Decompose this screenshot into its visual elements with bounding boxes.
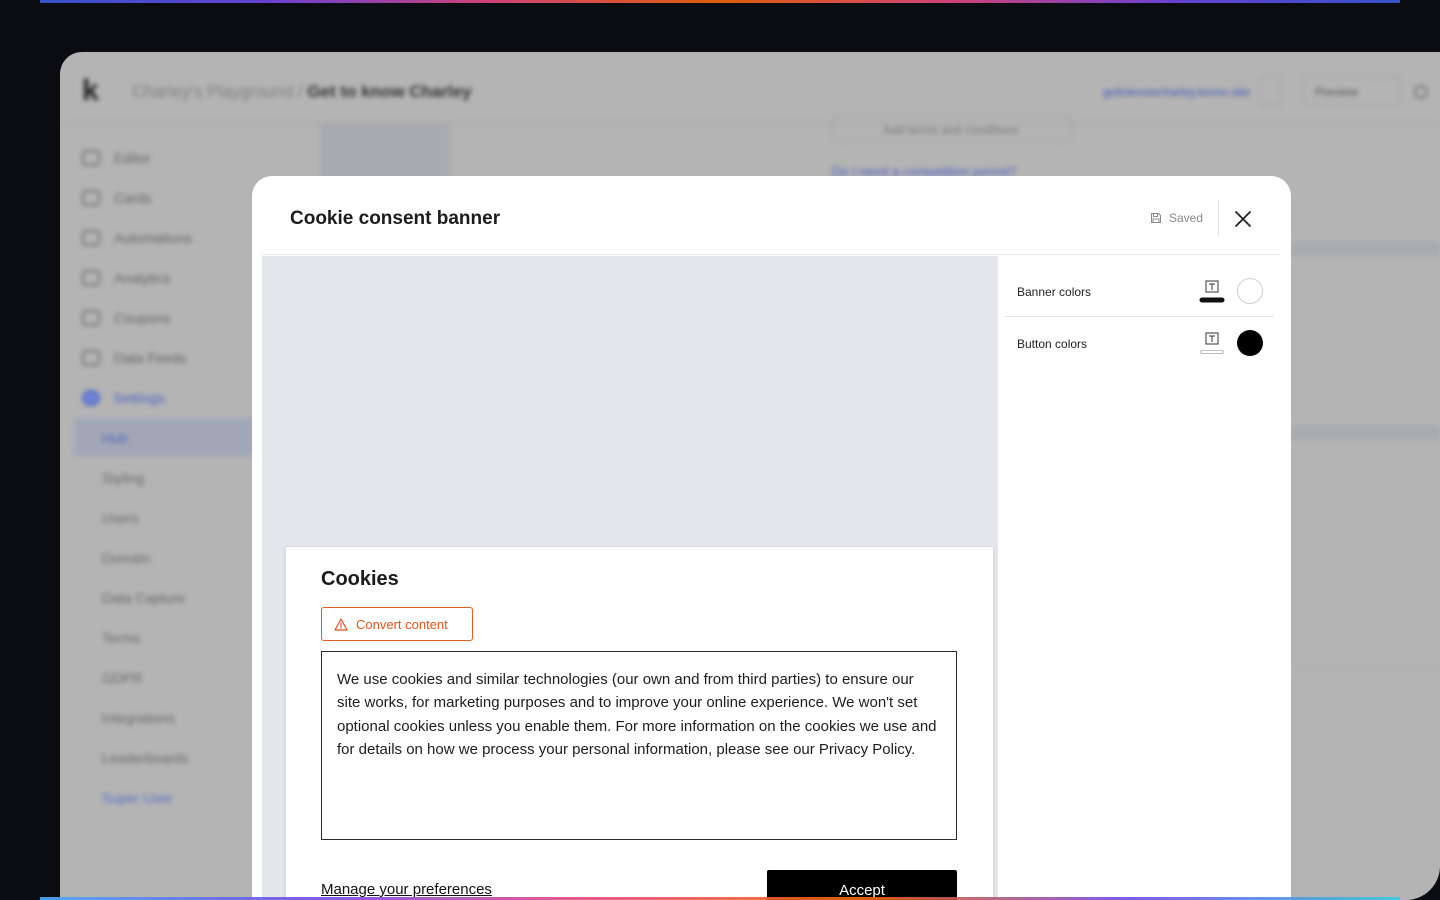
banner-title[interactable]: Cookies bbox=[321, 568, 399, 591]
manage-preferences-link[interactable]: Manage your preferences bbox=[321, 881, 492, 898]
sidebar-item-label: Settings bbox=[114, 390, 165, 406]
sidebar-item-label: Data Feeds bbox=[114, 350, 187, 366]
sidebar-item-automations[interactable]: Automations bbox=[82, 230, 192, 246]
header-divider bbox=[1218, 200, 1219, 236]
data-feed-icon bbox=[82, 350, 100, 366]
modal-title: Cookie consent banner bbox=[290, 208, 501, 229]
breadcrumb: Charley's Playground / Get to know Charl… bbox=[132, 82, 472, 102]
frame-glow-top bbox=[40, 0, 1400, 3]
app-logo-icon: k bbox=[82, 74, 99, 107]
banner-body-text[interactable]: We use cookies and similar technologies … bbox=[321, 651, 957, 840]
automation-icon bbox=[82, 230, 100, 246]
background-row bbox=[1290, 426, 1440, 440]
cookie-banner-preview: Cookies Convert content We use cookies a… bbox=[285, 546, 994, 900]
pencil-icon bbox=[82, 150, 100, 166]
sidebar-item-data-feeds[interactable]: Data Feeds bbox=[82, 350, 186, 366]
device-frame: k Charley's Playground / Get to know Cha… bbox=[0, 0, 1440, 900]
breadcrumb-separator: / bbox=[297, 82, 303, 101]
convert-content-label: Convert content bbox=[356, 616, 448, 632]
cookie-consent-modal: Cookie consent banner Saved Cookies Conv… bbox=[252, 176, 1291, 900]
sidebar-subitem-terms[interactable]: Terms bbox=[102, 630, 140, 646]
sidebar-subitem-gdpr[interactable]: GDPR bbox=[102, 670, 142, 686]
sidebar-item-cards[interactable]: Cards bbox=[82, 190, 151, 206]
save-icon bbox=[1151, 213, 1161, 223]
sidebar-subitem-users[interactable]: Users bbox=[102, 510, 139, 526]
button-text-color-picker[interactable] bbox=[1199, 330, 1225, 356]
gear-icon[interactable] bbox=[1414, 85, 1428, 99]
sidebar-item-coupons[interactable]: Coupons bbox=[82, 310, 170, 326]
sidebar-item-label: Analytics bbox=[114, 270, 171, 286]
text-color-icon bbox=[1200, 332, 1224, 354]
saved-label: Saved bbox=[1169, 211, 1204, 225]
button-colors-label: Button colors bbox=[1017, 337, 1088, 351]
sidebar-subitem-integrations[interactable]: Integrations bbox=[102, 710, 175, 726]
sidebar-subitem-leaderboards[interactable]: Leaderboards bbox=[102, 750, 188, 766]
text-color-icon bbox=[1199, 280, 1225, 303]
sidebar-item-settings[interactable]: Settings bbox=[82, 390, 165, 406]
banner-settings-panel: Banner colors Button colors bbox=[998, 256, 1281, 900]
settings-icon bbox=[82, 390, 100, 406]
banner-preview-area: Cookies Convert content We use cookies a… bbox=[262, 256, 998, 900]
close-icon bbox=[1235, 211, 1251, 227]
sidebar-item-label: Editor bbox=[114, 150, 151, 166]
cards-icon bbox=[82, 190, 100, 206]
button-background-color-swatch[interactable] bbox=[1237, 330, 1263, 356]
app-topbar: k Charley's Playground / Get to know Cha… bbox=[60, 52, 1440, 124]
sidebar-subitem-data-capture[interactable]: Data Capture bbox=[102, 590, 185, 606]
more-options-button[interactable] bbox=[1260, 76, 1282, 106]
banner-colors-row: Banner colors bbox=[1005, 256, 1274, 308]
site-url-link[interactable]: gettoknowcharley.komo.site bbox=[1103, 85, 1250, 99]
add-terms-button[interactable]: Add terms and conditions bbox=[832, 116, 1072, 142]
preview-button[interactable]: Preview bbox=[1302, 76, 1400, 106]
warning-icon bbox=[334, 617, 348, 631]
banner-background-color-swatch[interactable] bbox=[1237, 278, 1263, 304]
background-panel bbox=[320, 124, 450, 184]
sidebar-item-label: Cards bbox=[114, 190, 152, 206]
sidebar-subitem-styling[interactable]: Styling bbox=[102, 470, 144, 486]
breadcrumb-parent[interactable]: Charley's Playground bbox=[132, 82, 293, 101]
sidebar-item-label: Automations bbox=[114, 230, 192, 246]
coupon-icon bbox=[82, 310, 100, 326]
sidebar-subitem-super-user[interactable]: Super User bbox=[102, 790, 173, 806]
analytics-icon bbox=[82, 270, 100, 286]
sidebar-item-analytics[interactable]: Analytics bbox=[82, 270, 170, 286]
saved-status: Saved bbox=[1150, 211, 1203, 225]
background-divider bbox=[1290, 670, 1440, 671]
accept-button[interactable]: Accept bbox=[767, 870, 957, 900]
sidebar-item-label: Coupons bbox=[114, 310, 171, 326]
header-rule bbox=[262, 254, 1281, 255]
banner-colors-label: Banner colors bbox=[1017, 285, 1092, 299]
sidebar-subitem-domain[interactable]: Domain bbox=[102, 550, 150, 566]
close-button[interactable] bbox=[1232, 208, 1254, 230]
breadcrumb-current: Get to know Charley bbox=[307, 82, 472, 101]
banner-text-color-picker[interactable] bbox=[1199, 278, 1225, 304]
modal-header: Cookie consent banner Saved bbox=[252, 176, 1291, 256]
background-row bbox=[1290, 242, 1440, 256]
convert-content-button[interactable]: Convert content bbox=[321, 607, 473, 641]
sidebar-item-editor[interactable]: Editor bbox=[82, 150, 151, 166]
button-colors-row: Button colors bbox=[1005, 308, 1274, 360]
